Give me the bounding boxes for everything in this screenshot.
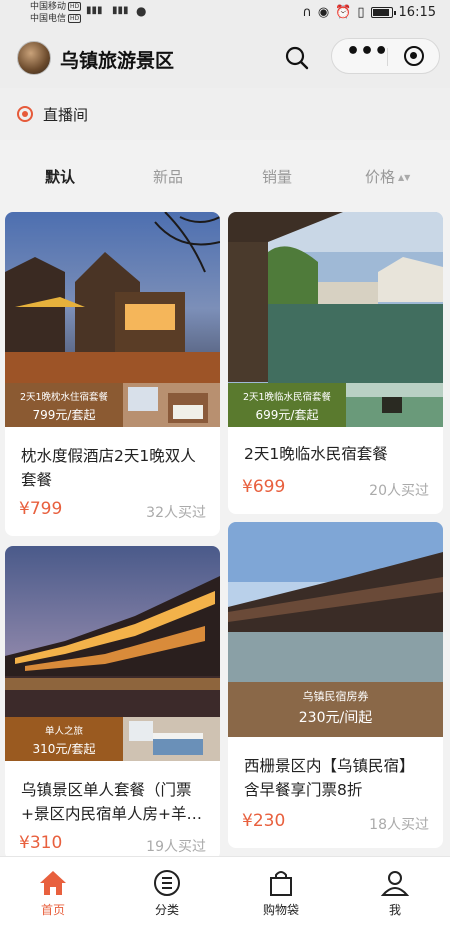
live-icon — [17, 106, 33, 122]
avatar[interactable] — [17, 41, 51, 75]
product-title: 西栅景区内【乌镇民宿】 含早餐享门票8折 — [244, 754, 415, 802]
banner-title: 2天1晚枕水住宿套餐 — [19, 392, 109, 403]
product-title-line: 西栅景区内【乌镇民宿】 — [244, 757, 415, 775]
product-title: 2天1晚临水民宿套餐 — [244, 442, 388, 466]
nav-bag[interactable]: 购物袋 — [241, 869, 321, 918]
bag-icon — [270, 871, 292, 896]
promo-banner: 单人之旅 310元/套起 — [5, 717, 123, 761]
product-title-line: 枕水度假酒店2天1晚双人 — [21, 447, 196, 465]
product-title: 乌镇景区单人套餐（门票 +景区内民宿单人房+羊… — [21, 778, 202, 826]
banner-title: 2天1晚临水民宿套餐 — [242, 392, 332, 403]
product-price: ¥310 — [19, 833, 63, 853]
user-icon — [380, 871, 410, 896]
product-card[interactable]: 单人之旅 310元/套起 乌镇景区单人套餐（门票 +景区内民宿单人房+羊… ¥3… — [5, 546, 220, 860]
headphone-icon: ∩ — [302, 5, 312, 20]
promo-banner: 2天1晚临水民宿套餐 699元/套起 — [228, 383, 346, 427]
product-price: ¥699 — [242, 477, 286, 497]
tab-label: 新品 — [153, 168, 184, 186]
capsule-divider — [387, 48, 388, 66]
product-title-line: 乌镇景区单人套餐（门票 — [21, 781, 192, 799]
banner-title: 单人之旅 — [44, 726, 83, 737]
product-title-line: +景区内民宿单人房+羊… — [21, 805, 202, 823]
banner-title: 乌镇民宿房券 — [302, 690, 369, 703]
sort-arrows-icon: ▲▼ — [398, 173, 411, 182]
room-image — [123, 383, 220, 427]
product-card[interactable]: 2天1晚枕水住宿套餐 799元/套起 枕水度假酒店2天1晚双人 套餐 ¥799 … — [5, 212, 220, 536]
room-image — [123, 717, 220, 761]
carrier-1: 中国移动 — [30, 2, 67, 12]
banner-price: 310元/套起 — [32, 742, 96, 756]
product-card[interactable]: 2天1晚临水民宿套餐 699元/套起 2天1晚临水民宿套餐 ¥699 20人买过 — [228, 212, 443, 514]
nav-home[interactable]: 首页 — [13, 869, 93, 918]
boat-image — [346, 383, 443, 427]
hd-badge: HD — [68, 14, 82, 23]
home-icon — [40, 871, 66, 895]
signal-icon: ▮▮▮ — [112, 5, 129, 16]
page-title: 乌镇旅游景区 — [60, 50, 175, 72]
nav-label: 我 — [388, 903, 401, 917]
alarm-icon: ⏰ — [335, 5, 352, 20]
banner-price: 799元/套起 — [32, 408, 96, 422]
promo-banner: 2天1晚枕水住宿套餐 799元/套起 — [5, 383, 123, 427]
clock-time: 16:15 — [398, 5, 436, 20]
nav-label: 分类 — [154, 903, 179, 917]
carrier-info: 中国移动 HD 中国电信 HD — [30, 1, 82, 25]
tab-price[interactable]: 价格 ▲▼ — [365, 166, 410, 187]
sold-count: 20人买过 — [369, 483, 429, 499]
vibrate-icon: ▯ — [357, 5, 365, 20]
mini-program-capsule: ••• — [331, 38, 440, 74]
banner-price: 230元/间起 — [298, 710, 373, 726]
tab-label: 默认 — [45, 168, 76, 186]
sort-tabs: 默认 新品 销量 价格 ▲▼ — [0, 142, 450, 208]
tab-label: 销量 — [262, 168, 293, 186]
hd-badge: HD — [68, 2, 82, 11]
eye-icon: ◉ — [317, 5, 330, 20]
product-title-line: 套餐 — [21, 471, 53, 489]
signal-icon: ▮▮▮ — [86, 5, 103, 16]
battery-icon — [370, 7, 396, 18]
more-icon[interactable]: ••• — [346, 41, 388, 69]
sold-count: 18人买过 — [369, 817, 429, 833]
product-price: ¥799 — [19, 499, 63, 519]
product-title: 枕水度假酒店2天1晚双人 套餐 — [21, 444, 196, 492]
product-title-line: 2天1晚临水民宿套餐 — [244, 445, 388, 463]
search-icon[interactable] — [284, 45, 310, 71]
tab-new[interactable]: 新品 — [153, 166, 183, 187]
nav-label: 首页 — [40, 903, 65, 917]
target-icon[interactable] — [404, 46, 424, 66]
carrier-2: 中国电信 — [30, 14, 67, 24]
nav-label: 购物袋 — [262, 903, 299, 917]
sold-count: 32人买过 — [146, 505, 206, 521]
product-title-line: 含早餐享门票8折 — [244, 781, 363, 799]
banner-price: 699元/套起 — [255, 408, 319, 422]
live-entry[interactable]: 直播间 — [0, 88, 450, 140]
bottom-nav: 首页 分类 购物袋 我 — [0, 856, 450, 936]
promo-banner: 乌镇民宿房券 230元/间起 — [228, 682, 443, 737]
status-right: ∩ ◉ ⏰ ▯ 16:15 — [302, 5, 436, 20]
sold-count: 19人买过 — [146, 839, 206, 855]
nav-me[interactable]: 我 — [355, 869, 435, 918]
nav-category[interactable]: 分类 — [127, 869, 207, 918]
tab-sales[interactable]: 销量 — [262, 166, 292, 187]
app-header: 乌镇旅游景区 ••• — [0, 28, 450, 88]
category-icon — [154, 870, 180, 896]
chat-icon: ● — [136, 4, 147, 18]
product-card[interactable]: 乌镇民宿房券 230元/间起 西栅景区内【乌镇民宿】 含早餐享门票8折 ¥230… — [228, 522, 443, 848]
status-bar: 中国移动 HD 中国电信 HD ▮▮▮ ▮▮▮ ● ∩ ◉ ⏰ ▯ 16:15 — [0, 0, 450, 28]
product-price: ¥230 — [242, 811, 286, 831]
tab-label: 价格 — [365, 168, 396, 186]
live-label: 直播间 — [43, 106, 89, 124]
tab-default[interactable]: 默认 — [45, 166, 75, 187]
